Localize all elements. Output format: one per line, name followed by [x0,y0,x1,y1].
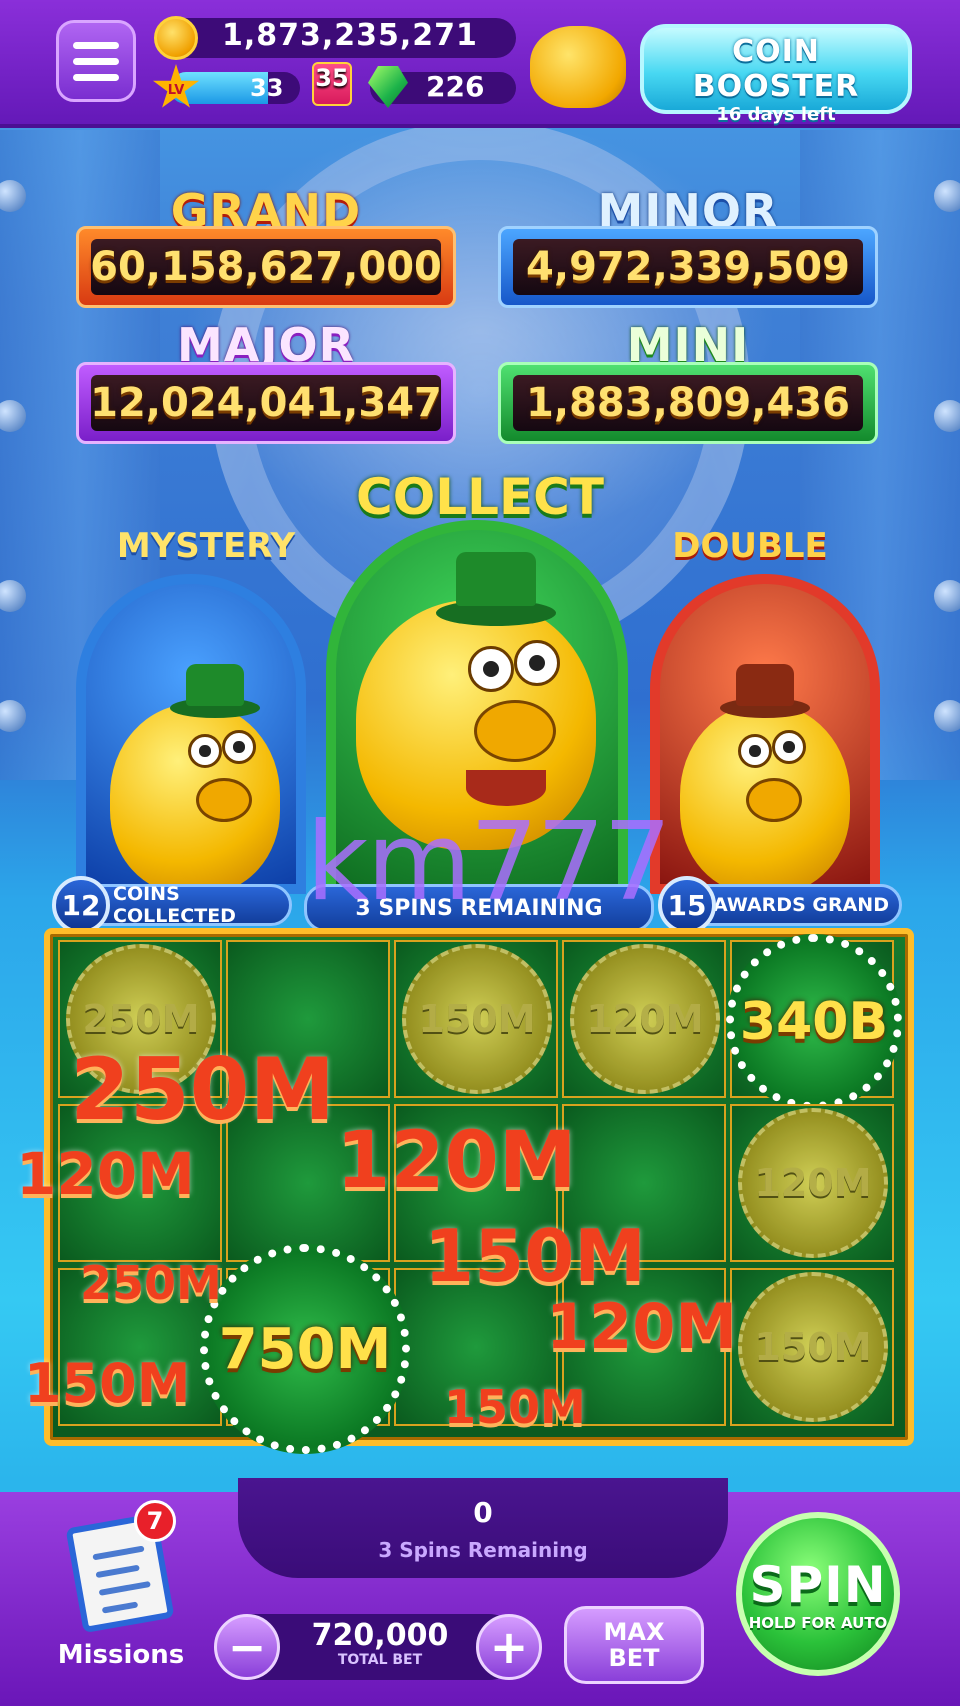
coin-booster-title: COIN BOOSTER [692,34,860,104]
minor-jackpot-display: 4,972,339,509 [498,226,878,308]
rivet [934,700,960,732]
decrease-bet-button[interactable]: − [214,1614,280,1680]
floating-award: 150M [444,1380,586,1434]
mini-jackpot-display: 1,883,809,436 [498,362,878,444]
coin-icon [154,16,198,60]
minor-jackpot-value: 4,972,339,509 [526,244,850,290]
rivet [934,400,960,432]
collect-chip-symbol: 750M [200,1244,410,1454]
grand-jackpot-display: 60,158,627,000 [76,226,456,308]
pig-mascot [110,664,280,894]
coin-symbol: 150M [402,944,552,1094]
top-bar: 1,873,235,271 LV 33 35 226 COIN BOOSTER … [0,0,960,128]
total-bet-label: TOTAL BET [337,1652,423,1668]
coins-collected-pill: COINS COLLECTED [80,883,292,927]
increase-bet-button[interactable]: + [476,1614,542,1680]
coin-symbol: 120M [738,1108,888,1258]
major-jackpot-display: 12,024,041,347 [76,362,456,444]
rivet [934,580,960,612]
win-amount: 0 [473,1496,493,1529]
coin-booster-button[interactable]: COIN BOOSTER 16 days left [640,24,912,125]
coin-booster-subtitle: 16 days left [716,104,836,125]
pig-mascot [680,664,850,894]
coin-balance: 1,873,235,271 [222,18,478,53]
grand-chip-symbol: 340B [726,934,902,1110]
grand-jackpot-value: 60,158,627,000 [90,244,442,290]
total-bet-value: 720,000 [311,1618,449,1653]
menu-icon-line [73,73,119,81]
level-badge-text: LV [167,82,185,98]
double-feature-arch [650,574,880,894]
grid-cell: 150M [730,1268,894,1426]
piggy-bank-icon[interactable] [530,26,626,108]
mystery-feature-arch [76,574,306,894]
coin-symbol: 150M [738,1272,888,1422]
menu-icon-line [73,41,119,49]
spin-sublabel: HOLD FOR AUTO [748,1614,888,1632]
collect-feature-title: COLLECT [356,468,604,526]
gift-count: 35 [315,64,349,92]
max-bet-line2: BET [608,1644,660,1672]
grid-cell: 150M [394,940,558,1098]
rivet [934,180,960,212]
grid-cell: 120M [562,940,726,1098]
level-value: 33 [250,74,284,102]
coins-collected-label: COINS COLLECTED [113,883,236,927]
missions-label[interactable]: Missions [56,1640,186,1670]
spin-label: SPIN [749,1556,887,1614]
watermark: km777 [306,800,672,925]
floating-award: 250M [80,1256,222,1310]
gem-balance: 226 [426,70,485,103]
spin-button[interactable]: SPIN HOLD FOR AUTO [736,1512,900,1676]
grid-cell: 120M [730,1104,894,1262]
awards-grand-label: AWARDS GRAND [713,894,889,916]
mystery-feature-title: MYSTERY [116,526,296,566]
max-bet-line1: MAX [603,1618,665,1646]
floating-award: 120M [546,1290,738,1363]
spins-remaining-text: 3 Spins Remaining [378,1538,588,1562]
missions-badge: 7 [134,1500,176,1542]
menu-button[interactable] [56,20,136,102]
floating-award: 150M [24,1352,191,1415]
floating-award: 150M [424,1214,646,1298]
floating-award: 250M [70,1040,336,1140]
mini-jackpot-value: 1,883,809,436 [526,380,850,426]
coins-collected-count: 12 [52,876,110,934]
double-feature-title: DOUBLE [672,526,828,566]
menu-icon-line [73,57,119,65]
coin-symbol: 120M [570,944,720,1094]
floating-award: 120M [336,1116,577,1206]
major-jackpot-value: 12,024,041,347 [90,380,442,426]
max-bet-button[interactable]: MAX BET [564,1606,704,1684]
grid-cell: 340B [726,934,902,1110]
floating-award: 120M [16,1140,195,1208]
